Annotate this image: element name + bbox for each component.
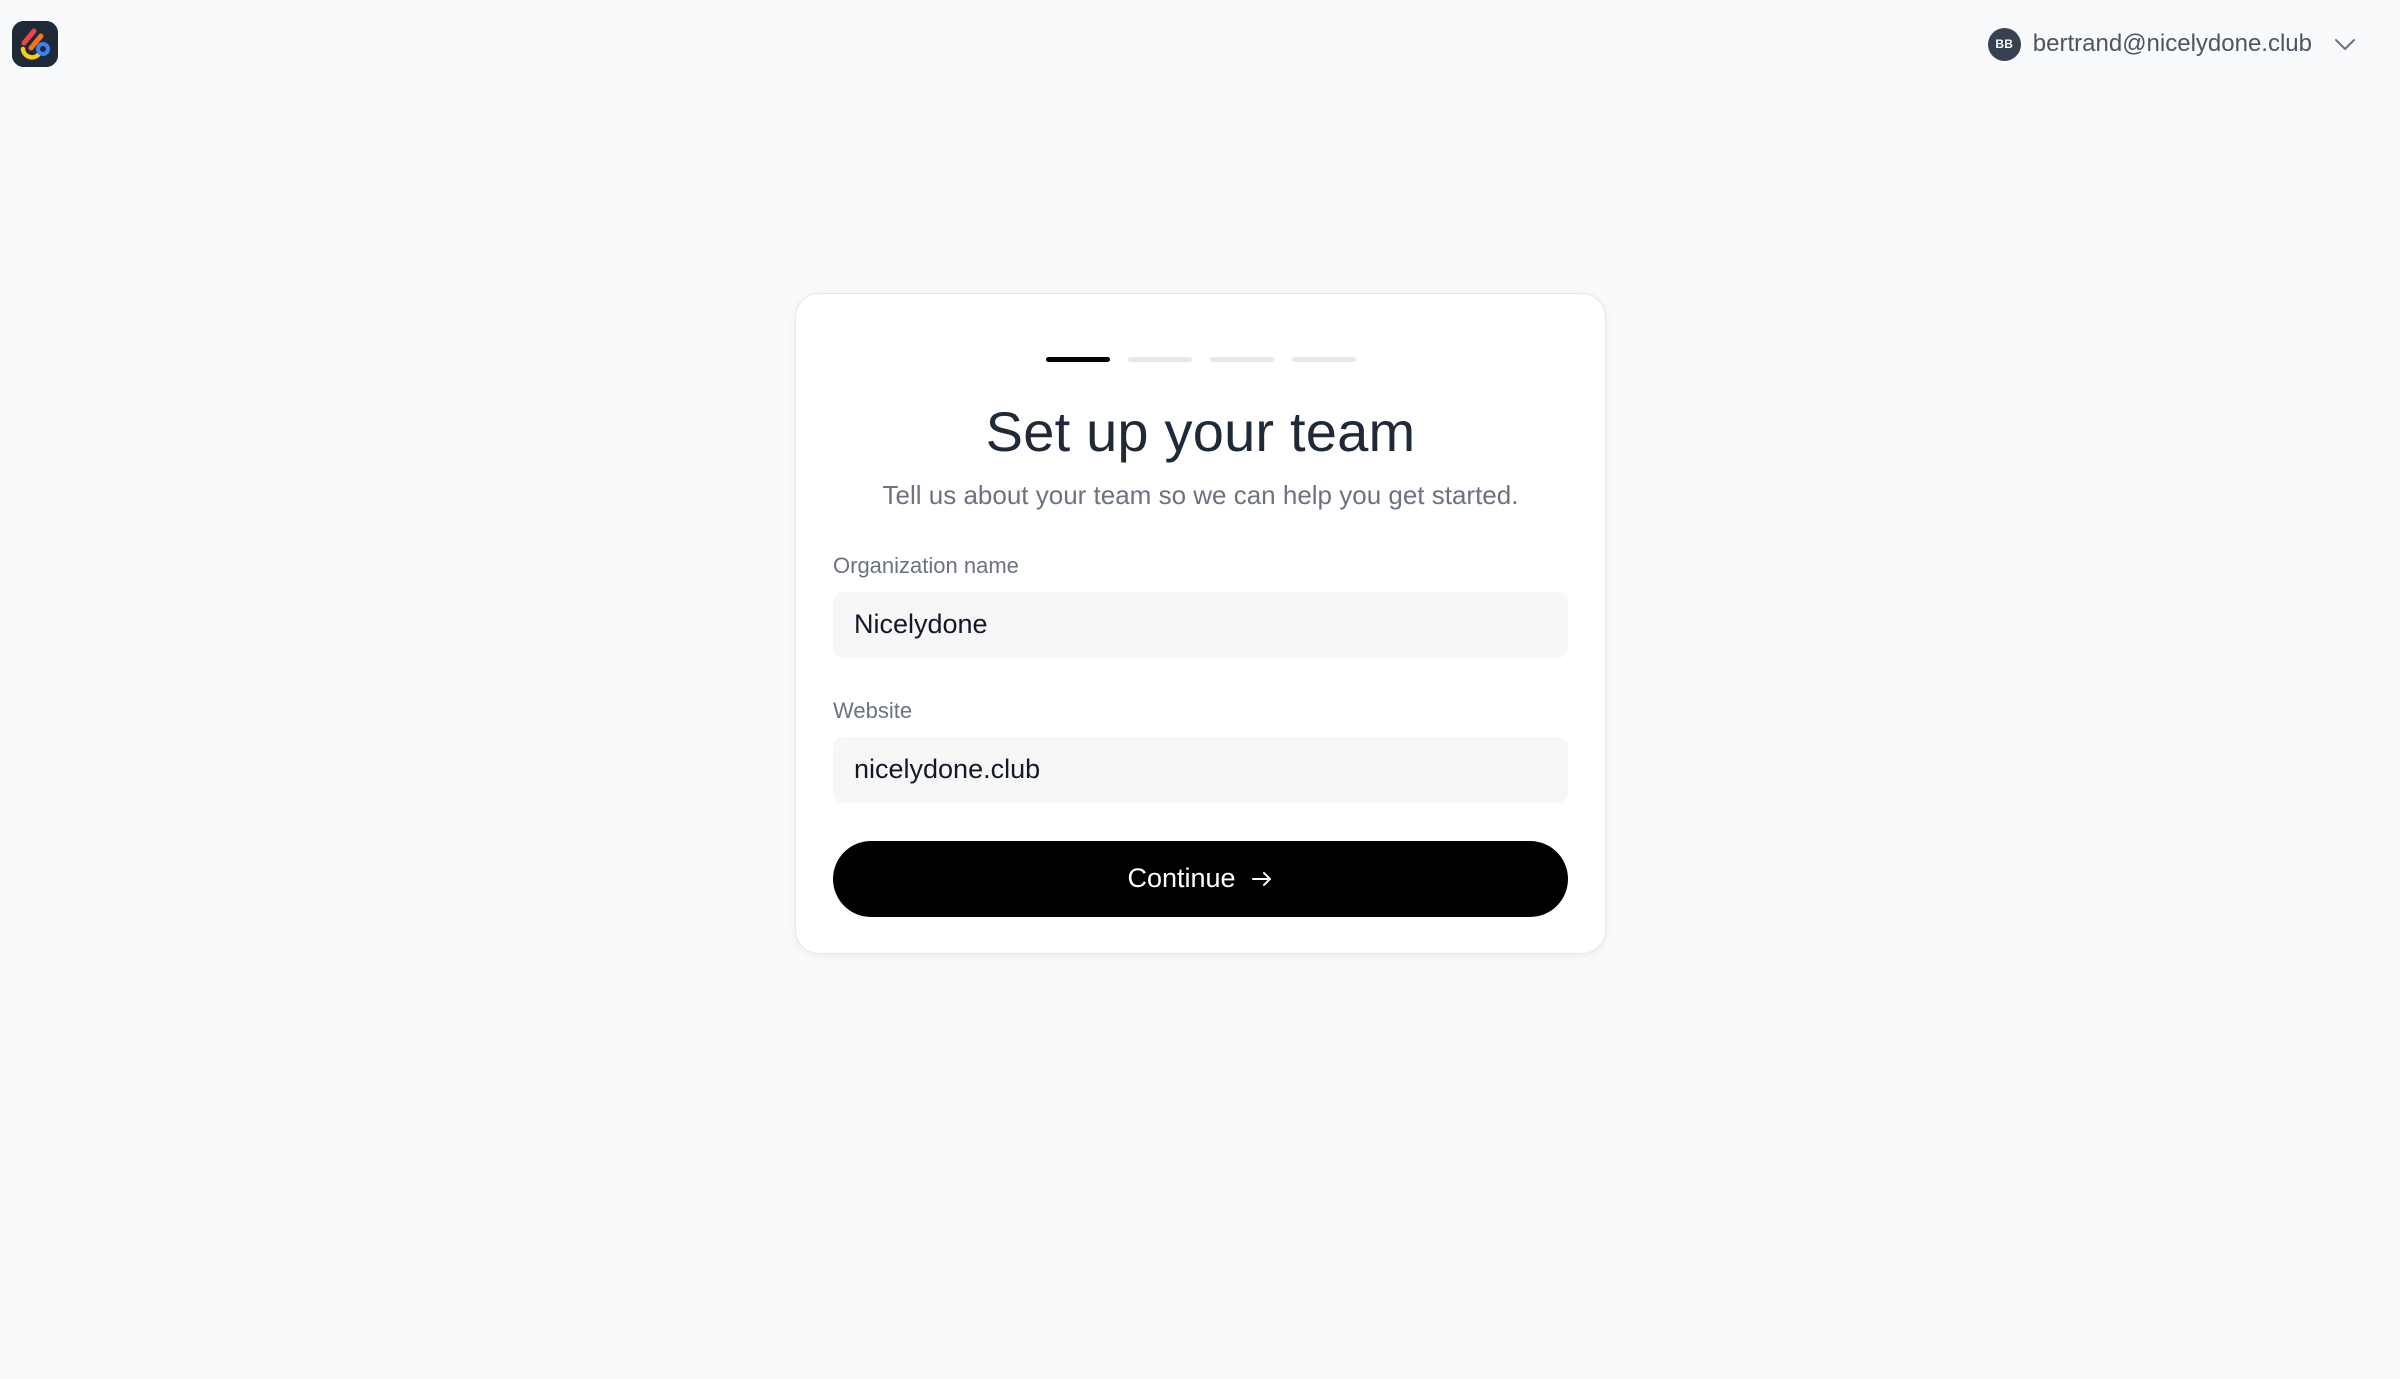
progress-step-3 xyxy=(1209,357,1274,362)
page-title: Set up your team xyxy=(985,400,1416,463)
app-logo-icon xyxy=(12,21,58,67)
user-email: bertrand@nicelydone.club xyxy=(2032,30,2312,57)
user-menu[interactable]: BB bertrand@nicelydone.club xyxy=(1987,24,2358,64)
app-logo[interactable] xyxy=(12,21,58,67)
progress-step-4 xyxy=(1291,357,1356,362)
chevron-down-icon[interactable] xyxy=(2332,31,2358,57)
organization-name-label: Organization name xyxy=(833,552,1019,578)
organization-name-input[interactable] xyxy=(833,591,1568,658)
avatar: BB xyxy=(1987,27,2021,61)
continue-button-label: Continue xyxy=(1127,863,1236,894)
organization-field-group: Organization name xyxy=(833,553,1568,658)
progress-step-1 xyxy=(1045,357,1110,362)
website-field-group: Website xyxy=(833,698,1568,803)
website-label: Website xyxy=(833,697,913,723)
continue-button[interactable]: Continue xyxy=(833,840,1568,917)
avatar-initials: BB xyxy=(1995,37,2014,51)
setup-team-card: Set up your team Tell us about your team… xyxy=(795,293,1606,954)
progress-step-2 xyxy=(1127,357,1192,362)
website-input[interactable] xyxy=(833,736,1568,803)
progress-indicator xyxy=(833,357,1568,362)
page-subtitle: Tell us about your team so we can help y… xyxy=(882,480,1519,511)
arrow-right-icon xyxy=(1251,871,1271,886)
